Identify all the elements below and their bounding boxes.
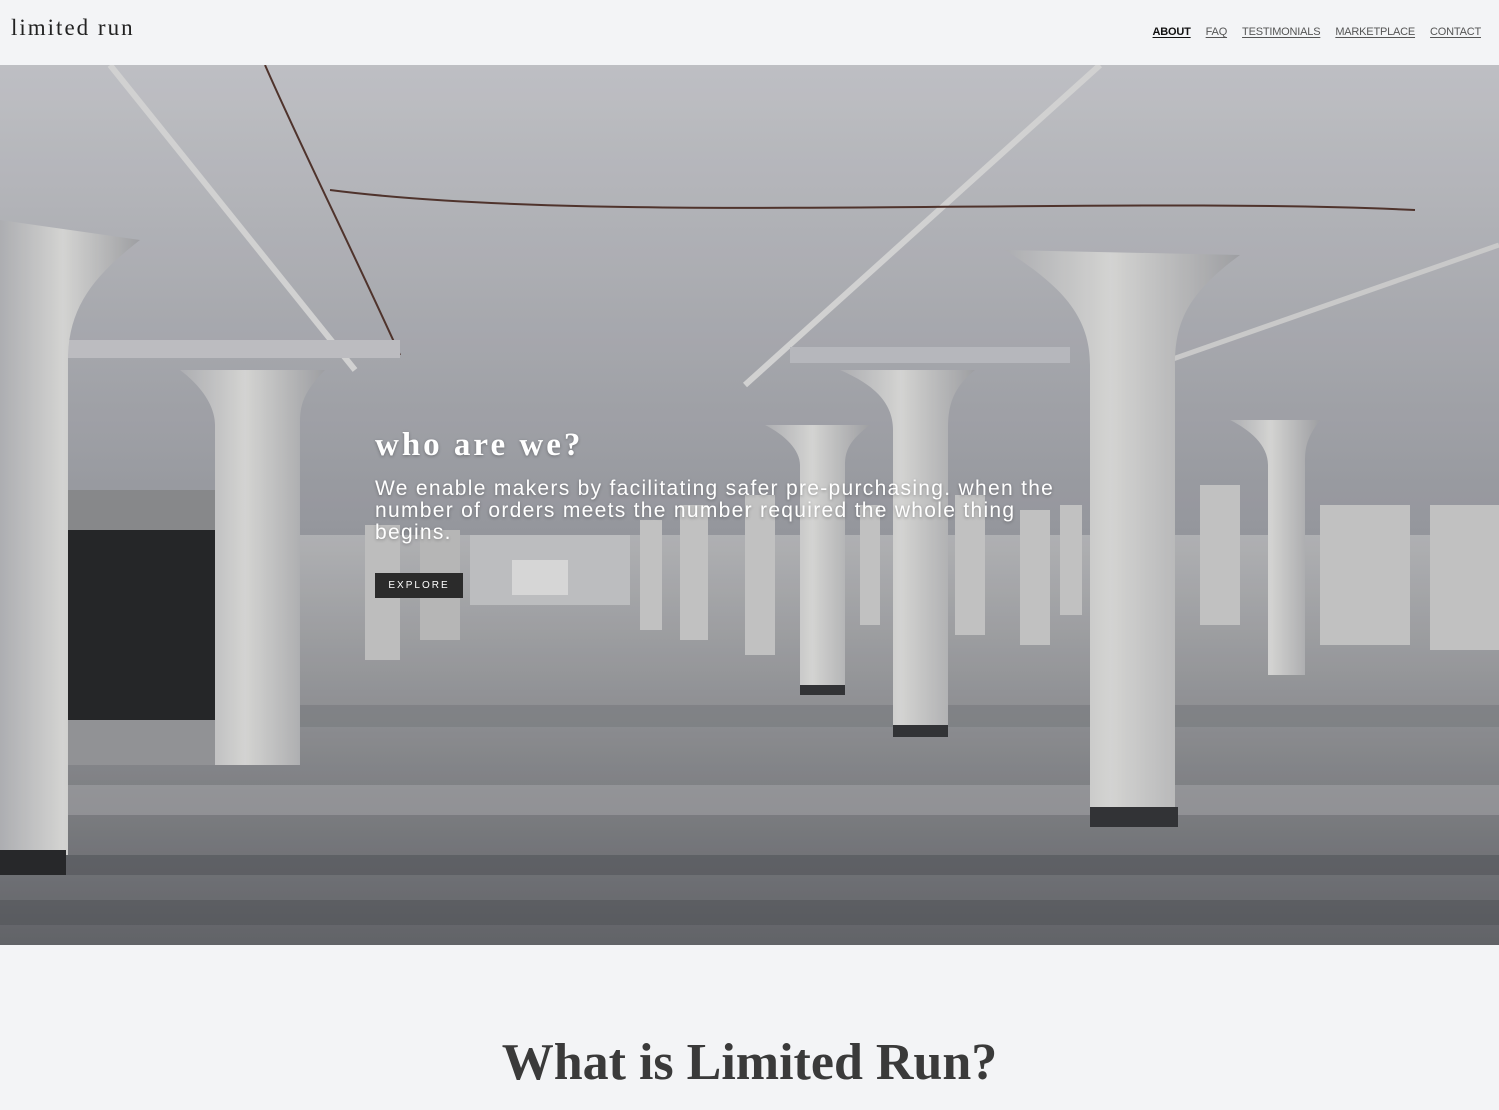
site-logo[interactable]: limited run: [11, 15, 135, 41]
nav-item-faq[interactable]: FAQ: [1206, 26, 1228, 38]
nav-item-testimonials[interactable]: TESTIMONIALS: [1242, 26, 1320, 38]
nav-item-contact[interactable]: CONTACT: [1430, 26, 1481, 38]
nav-item-about[interactable]: ABOUT: [1153, 26, 1191, 38]
section-heading: What is Limited Run?: [501, 1034, 998, 1091]
explore-button[interactable]: EXPLORE: [375, 573, 463, 598]
site-header: limited run ABOUT FAQ TESTIMONIALS MARKE…: [0, 0, 1499, 65]
hero-content: who are we? We enable makers by facilita…: [375, 427, 1085, 598]
main-nav: ABOUT FAQ TESTIMONIALS MARKETPLACE CONTA…: [1153, 26, 1482, 38]
hero-title: who are we?: [375, 427, 584, 463]
hero-description: We enable makers by facilitating safer p…: [375, 477, 1055, 544]
hero-banner: who are we? We enable makers by facilita…: [0, 65, 1499, 945]
nav-item-marketplace[interactable]: MARKETPLACE: [1335, 26, 1415, 38]
